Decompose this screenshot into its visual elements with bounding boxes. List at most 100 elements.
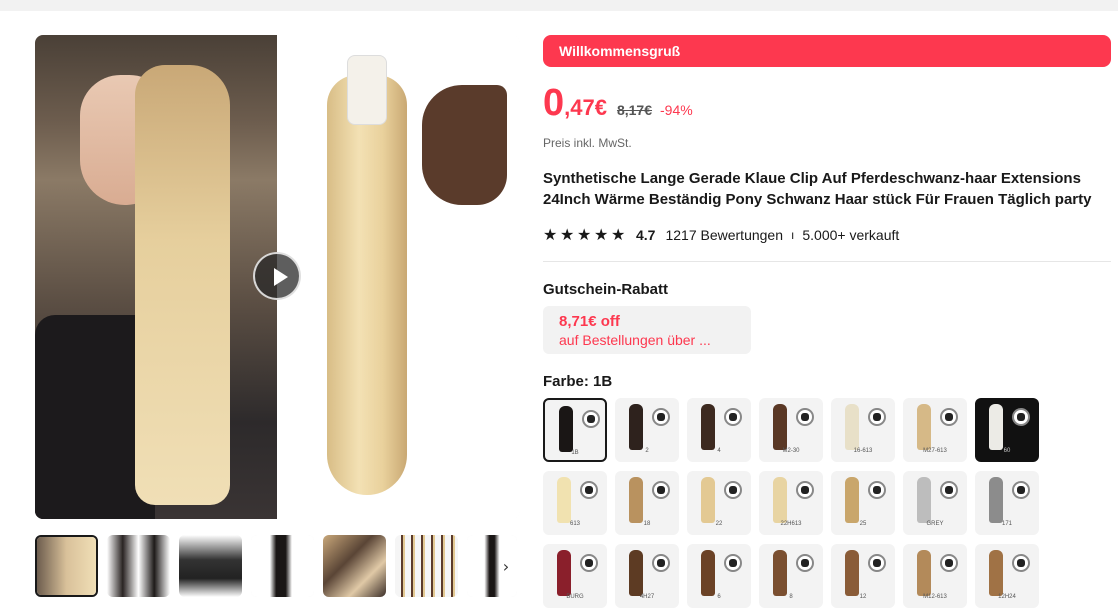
hair-sample	[917, 477, 931, 523]
model-hair	[135, 65, 230, 505]
hair-sample	[773, 550, 787, 596]
color-swatch-12h24[interactable]: 12H24	[975, 544, 1039, 608]
color-swatch-m2-30[interactable]: M2-30	[759, 398, 823, 462]
swatch-label: 12	[859, 594, 867, 600]
swatch-label: 22H613	[780, 521, 802, 527]
color-swatch-60[interactable]: 60	[975, 398, 1039, 462]
swatch-label: M12-613	[923, 594, 947, 600]
ponytail-shape	[327, 75, 407, 495]
color-swatch-18[interactable]: 18	[615, 471, 679, 535]
color-swatch-25[interactable]: 25	[831, 471, 895, 535]
color-swatch-1b[interactable]: 1B	[543, 398, 607, 462]
color-swatch-m12-613[interactable]: M12-613	[903, 544, 967, 608]
tax-note: Preis inkl. MwSt.	[543, 136, 632, 150]
color-swatch-171[interactable]: 171	[975, 471, 1039, 535]
swatch-label: 613	[569, 521, 580, 527]
swatch-label: 171	[1001, 521, 1012, 527]
hair-sample	[989, 404, 1003, 450]
clip-icon	[724, 408, 742, 426]
star-icon: ★	[543, 225, 558, 244]
thumbnail-5[interactable]	[323, 535, 386, 597]
divider	[543, 261, 1111, 262]
swatch-label: M27-613	[923, 448, 947, 454]
clip-icon	[582, 410, 600, 428]
hair-sample	[917, 404, 931, 450]
clip-icon	[868, 554, 886, 572]
swatch-label: 8	[789, 594, 793, 600]
color-swatch-22h613[interactable]: 22H613	[759, 471, 823, 535]
hair-sample	[845, 404, 859, 450]
hair-sample	[629, 404, 643, 450]
swatch-label: 1B	[571, 450, 579, 456]
thumbnail-next-icon[interactable]: ›	[497, 557, 515, 577]
clip-icon	[580, 481, 598, 499]
color-swatch-22[interactable]: 22	[687, 471, 751, 535]
swatch-label: 12H24	[998, 594, 1016, 600]
clip-icon	[796, 554, 814, 572]
video-play-icon[interactable]	[253, 252, 301, 300]
swatch-label: M2-30	[782, 448, 800, 454]
swatch-label: 2	[645, 448, 649, 454]
clip-icon	[868, 408, 886, 426]
hair-sample	[559, 406, 573, 452]
clip-icon	[940, 481, 958, 499]
color-swatch-12[interactable]: 12	[831, 544, 895, 608]
rating-row[interactable]: ★ ★ ★ ★ ★ 4.7 1217 Bewertungen ı 5.000+ …	[543, 226, 899, 244]
star-icon: ★	[577, 225, 592, 244]
color-swatch-8[interactable]: 8	[759, 544, 823, 608]
clip-icon	[724, 554, 742, 572]
coupon-card[interactable]: 8,71€ off auf Bestellungen über ...	[543, 306, 751, 354]
color-swatch-grey[interactable]: GREY	[903, 471, 967, 535]
swatch-label: 25	[859, 521, 867, 527]
price-row: 0 ,47€ 8,17€ -94%	[543, 82, 693, 124]
color-swatch-grid: 1B 2 4 M2-30 16-613 M27-613 60 613 18 22 22H613 25 G…	[543, 398, 1043, 608]
color-swatch-4[interactable]: 4	[687, 398, 751, 462]
clip-icon	[652, 481, 670, 499]
welcome-banner: Willkommensgruß	[543, 35, 1111, 67]
hair-sample	[701, 477, 715, 523]
coupon-heading: Gutschein-Rabatt	[543, 281, 669, 298]
clip-icon	[796, 481, 814, 499]
separator: ı	[791, 228, 795, 242]
swatch-label: 60	[1003, 448, 1011, 454]
hair-sample	[629, 477, 643, 523]
color-swatch-613[interactable]: 613	[543, 471, 607, 535]
claw-clip-shape	[347, 55, 387, 125]
half-star-icon: ★	[611, 225, 626, 244]
star-icon: ★	[594, 225, 609, 244]
color-swatch-6[interactable]: 6	[687, 544, 751, 608]
swatch-label: 16-613	[853, 448, 873, 454]
hand-shape	[422, 85, 507, 205]
clip-icon	[580, 554, 598, 572]
swatch-label: 22	[715, 521, 723, 527]
price-decimal: ,47€	[564, 95, 607, 120]
color-swatch-2[interactable]: 2	[615, 398, 679, 462]
hair-sample	[701, 404, 715, 450]
color-swatch-4h27[interactable]: 4H27	[615, 544, 679, 608]
thumbnail-6[interactable]	[395, 535, 458, 597]
color-swatch-m27-613[interactable]: M27-613	[903, 398, 967, 462]
ponytail-photo	[277, 35, 520, 519]
swatch-label: 4H27	[639, 594, 655, 600]
star-icon: ★	[560, 225, 575, 244]
price-integer: 0	[543, 82, 565, 124]
hair-sample	[701, 550, 715, 596]
coupon-amount: 8,71€ off	[559, 313, 620, 330]
thumbnail-1[interactable]	[35, 535, 98, 597]
coupon-description: auf Bestellungen über ...	[559, 332, 711, 348]
swatch-label: 6	[717, 594, 721, 600]
hair-sample	[845, 550, 859, 596]
thumbnail-3[interactable]	[179, 535, 242, 597]
thumbnail-2[interactable]	[107, 535, 170, 597]
review-count[interactable]: 1217 Bewertungen	[665, 227, 783, 243]
thumbnail-4[interactable]	[251, 535, 314, 597]
hair-sample	[845, 477, 859, 523]
hair-sample	[773, 477, 787, 523]
color-swatch-burg[interactable]: BURG	[543, 544, 607, 608]
swatch-label: 18	[643, 521, 651, 527]
swatch-label: GREY	[926, 521, 944, 527]
color-swatch-16-613[interactable]: 16-613	[831, 398, 895, 462]
model-photo	[35, 35, 277, 519]
clip-icon	[940, 408, 958, 426]
discount-percent: -94%	[660, 102, 693, 118]
